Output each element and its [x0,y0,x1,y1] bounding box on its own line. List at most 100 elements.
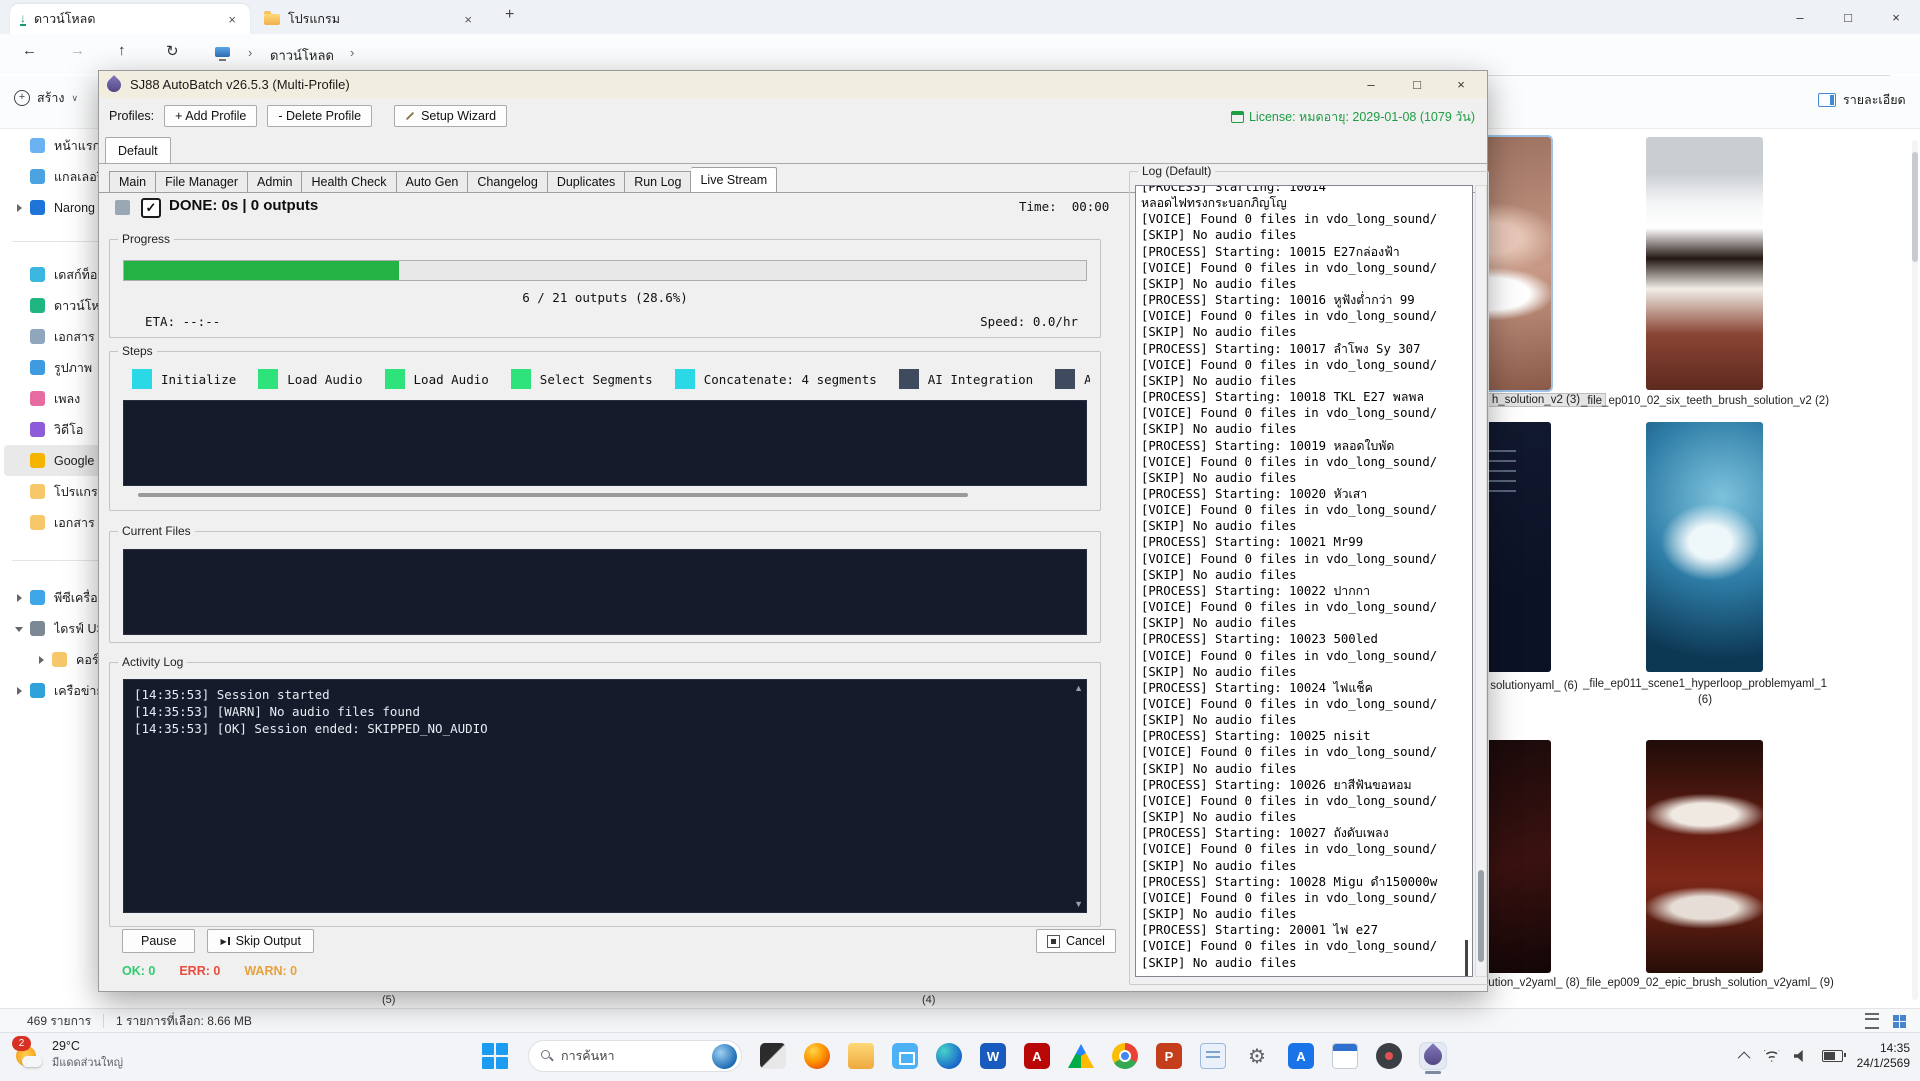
up-icon[interactable]: ↑ [118,42,126,59]
forward-icon[interactable]: → [70,42,85,59]
word-icon[interactable]: W [980,1043,1006,1069]
explorer-tab-programs[interactable]: โปรแกรม × [254,4,486,34]
explorer-close-button[interactable]: × [1874,4,1918,30]
chevron-right-icon: › [350,45,354,60]
app-tab[interactable]: Run Log [625,171,691,193]
taskbar-search[interactable]: การค้นหา [528,1040,742,1072]
new-tab-button[interactable]: + [505,6,514,24]
log-line: [VOICE] Found 0 files in vdo_long_sound/ [1141,454,1472,470]
file-thumbnail[interactable] [1646,422,1763,672]
file-explorer-icon[interactable] [848,1043,874,1069]
acrobat-icon[interactable]: A [1024,1043,1050,1069]
log-line: [PROCESS] Starting: 10021 Mr99 [1141,534,1472,550]
explorer-minimize-button[interactable]: – [1778,4,1822,30]
close-tab-icon[interactable]: × [460,12,476,27]
details-pane-button[interactable]: รายละเอียด [1818,90,1906,110]
app-tab[interactable]: File Manager [156,171,248,193]
back-icon[interactable]: ← [22,42,37,59]
scroll-up-icon[interactable]: ▲ [1074,683,1083,693]
edge-icon[interactable] [936,1043,962,1069]
pause-button[interactable]: Pause [122,929,195,953]
log-line: หลอดไฟทรงกระบอกภิญโญ [1141,195,1472,211]
app-tab[interactable]: Duplicates [548,171,625,193]
expander-chevron-icon[interactable] [14,593,28,603]
calendar-icon[interactable] [1332,1043,1358,1069]
task-view-icon[interactable] [760,1043,786,1069]
profiles-label: Profiles: [109,109,154,123]
delete-profile-button[interactable]: - Delete Profile [267,105,372,127]
add-profile-button[interactable]: + Add Profile [164,105,257,127]
weather-widget[interactable]: 2 29°C มีแดดส่วนใหญ่ [14,1039,123,1071]
translator-icon[interactable]: A [1288,1043,1314,1069]
app-maximize-button[interactable]: □ [1397,71,1437,98]
wifi-icon[interactable] [1764,1050,1780,1062]
autobatch-feather-icon[interactable] [1420,1043,1446,1069]
current-files-panel[interactable] [123,549,1087,635]
stop-square-icon[interactable] [115,200,130,215]
powerpoint-icon[interactable]: P [1156,1043,1182,1069]
expander-chevron-icon[interactable] [14,686,28,696]
skip-output-button[interactable]: Skip Output [207,929,313,953]
log-line: [SKIP] No audio files [1141,227,1472,243]
expander-chevron-icon[interactable] [36,655,50,665]
file-thumbnail[interactable] [1646,740,1763,973]
app-tab[interactable]: Health Check [302,171,396,193]
activity-log-panel[interactable]: [14:35:53] Session started[14:35:53] [WA… [123,679,1087,913]
scrollbar-thumb[interactable] [1912,152,1918,262]
refresh-icon[interactable]: ↻ [166,42,179,60]
steps-groupbox: Steps Initialize Load Audio Load Audio S… [109,351,1101,511]
progress-bar-fill [124,261,399,280]
app-tab[interactable]: Main [109,171,156,193]
sidebar-item-icon [30,484,45,499]
autobatch-title-bar[interactable]: SJ88 AutoBatch v26.5.3 (Multi-Profile) [99,71,1487,98]
sidebar-item-label: วิดีโอ [54,420,83,440]
google-drive-icon[interactable] [1068,1043,1094,1069]
firefox-icon[interactable] [804,1043,830,1069]
volume-icon[interactable] [1794,1050,1808,1062]
app-tab[interactable]: Live Stream [691,167,777,193]
explorer-scrollbar[interactable] [1912,140,1918,1000]
scroll-down-icon[interactable]: ▼ [1074,899,1083,909]
app-tab-label: Duplicates [557,175,615,189]
steps-horizontal-scrollbar[interactable] [138,493,968,497]
steps-canvas[interactable] [123,400,1087,486]
settings-icon[interactable]: ⚙ [1244,1043,1270,1069]
start-button-icon[interactable] [482,1043,508,1069]
app-tab[interactable]: Auto Gen [397,171,469,193]
chrome-icon[interactable] [1112,1043,1138,1069]
file-name[interactable]: _file_ep010_02_six_teeth_brush_solution_… [1580,395,1830,407]
setup-wizard-button[interactable]: Setup Wizard [394,105,507,127]
expander-chevron-icon[interactable] [14,203,28,213]
breadcrumb[interactable]: ดาวน์โหลด [270,45,334,66]
file-name[interactable]: _file_ep009_02_epic_brush_solution_v2yam… [1580,977,1830,989]
app-tab[interactable]: Admin [248,171,302,193]
microsoft-store-icon[interactable] [892,1043,918,1069]
clock[interactable]: 14:35 24/1/2569 [1857,1041,1910,1071]
explorer-maximize-button[interactable]: □ [1826,4,1870,30]
expander-chevron-icon[interactable] [14,624,28,634]
time: 14:35 [1857,1041,1910,1056]
log-output[interactable]: [PROCESS] Starting: 10014หลอดไฟทรงกระบอก… [1135,185,1473,977]
app-minimize-button[interactable]: – [1351,71,1391,98]
explorer-tab-downloads[interactable]: ↓ ดาวน์โหลด × [10,4,250,34]
file-name-line2[interactable]: (6) [1580,694,1830,706]
close-tab-icon[interactable]: × [224,12,240,27]
sidebar-item-icon [30,515,45,530]
new-item-button[interactable]: + สร้าง ∨ [14,88,78,108]
log-scrollbar-thumb[interactable] [1478,870,1484,962]
thumbnail-view-icon[interactable] [1893,1015,1906,1028]
notepad-icon[interactable] [1200,1043,1226,1069]
file-name[interactable]: _file_ep011_scene1_hyperloop_problemyaml… [1580,678,1830,690]
step-chip: Load Audio [385,369,511,389]
file-thumbnail[interactable] [1646,137,1763,390]
screen-recorder-icon[interactable] [1376,1043,1402,1069]
profile-tab-default[interactable]: Default [105,137,171,164]
battery-icon[interactable] [1822,1050,1843,1062]
feather-app-icon [104,75,124,95]
done-checkbox[interactable]: ✓ [141,198,161,218]
log-scrollbar[interactable] [1475,185,1487,977]
cancel-button[interactable]: Cancel [1036,929,1116,953]
app-close-button[interactable]: × [1441,71,1481,98]
list-view-icon[interactable] [1865,1013,1879,1029]
app-tab[interactable]: Changelog [468,171,547,193]
